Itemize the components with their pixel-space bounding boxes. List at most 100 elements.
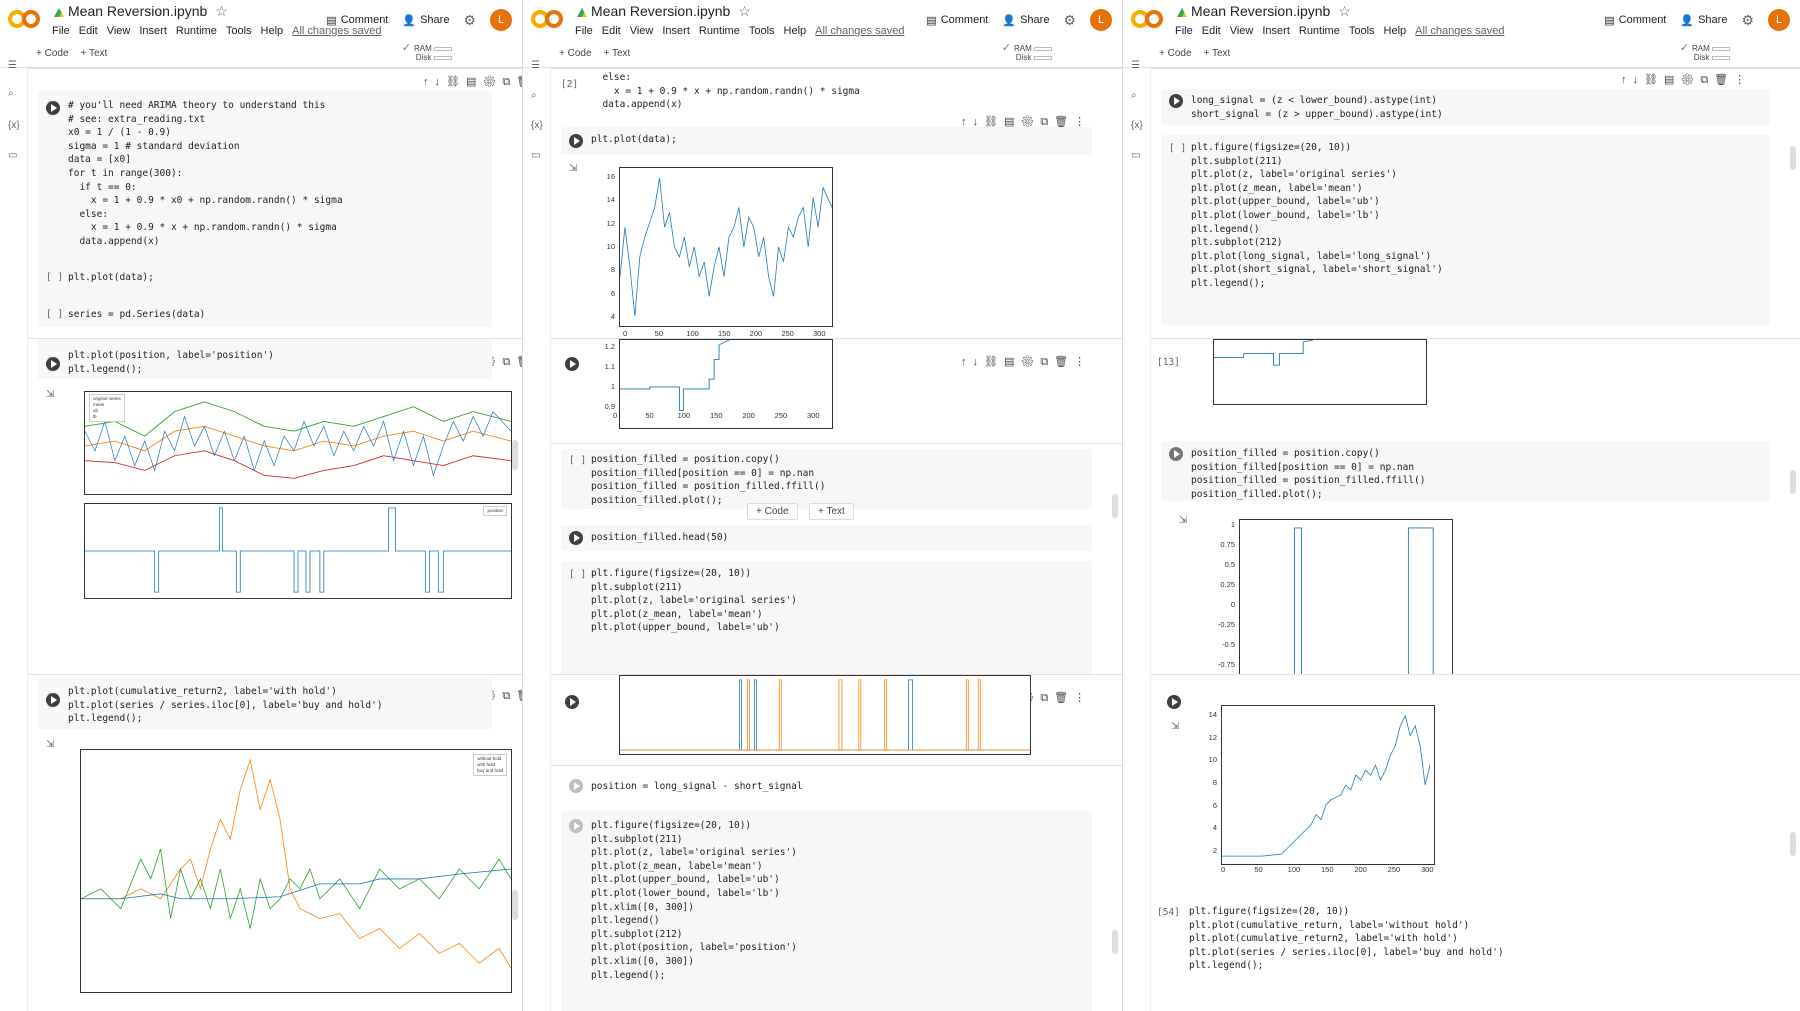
add-code-button[interactable]: + Code — [747, 503, 798, 520]
output-icon[interactable]: ⇲ — [1171, 721, 1179, 732]
code-cell[interactable]: [ ] plt.figure(figsize=(20, 10)) plt.sub… — [1161, 135, 1770, 325]
toc-icon[interactable]: ☰ — [8, 60, 17, 71]
colab-logo[interactable] — [8, 8, 44, 30]
variables-icon[interactable]: {x} — [8, 120, 20, 131]
menu-file[interactable]: File — [575, 25, 593, 37]
scrollbar[interactable] — [1790, 146, 1796, 170]
comment-button[interactable]: ▤ Comment — [1604, 14, 1666, 27]
add-text-button[interactable]: + Text — [604, 48, 631, 59]
variables-icon[interactable]: {x} — [1131, 120, 1143, 131]
variables-icon[interactable]: {x} — [531, 120, 543, 131]
menu-help[interactable]: Help — [261, 25, 284, 37]
run-icon[interactable] — [1169, 94, 1183, 108]
cell-source[interactable]: position_filled.head(50) — [591, 531, 728, 545]
cell-source[interactable]: position_filled = position.copy() positi… — [591, 453, 826, 507]
run-icon[interactable] — [1167, 695, 1181, 709]
notebook-title[interactable]: Mean Reversion.ipynb ☆ — [577, 3, 751, 20]
run-icon[interactable] — [569, 531, 583, 545]
share-button[interactable]: 👤 Share — [1002, 14, 1049, 27]
menu-runtime[interactable]: Runtime — [1299, 25, 1340, 37]
menu-runtime[interactable]: Runtime — [176, 25, 217, 37]
resource-monitor[interactable]: ✓ RAM Disk — [402, 43, 452, 62]
search-icon[interactable]: ⌕ — [1131, 90, 1137, 101]
menu-file[interactable]: File — [1175, 25, 1193, 37]
avatar[interactable]: L — [490, 9, 512, 31]
run-icon[interactable] — [46, 101, 60, 115]
add-code-button[interactable]: + Code — [559, 48, 592, 59]
code-cell[interactable]: plt.plot(position, label='position') plt… — [38, 339, 492, 379]
star-icon[interactable]: ☆ — [738, 3, 751, 19]
scrollbar[interactable] — [1112, 930, 1118, 954]
menu-tools[interactable]: Tools — [226, 25, 252, 37]
share-button[interactable]: 👤 Share — [402, 14, 449, 27]
saved-status[interactable]: All changes saved — [1415, 25, 1504, 37]
code-cell[interactable]: [ ] series = pd.Series(data) — [38, 303, 492, 327]
add-code-button[interactable]: + Code — [36, 48, 69, 59]
output-icon[interactable]: ⇲ — [46, 739, 54, 750]
menu-tools[interactable]: Tools — [1349, 25, 1375, 37]
share-button[interactable]: 👤 Share — [1680, 14, 1727, 27]
menu-view[interactable]: View — [630, 25, 654, 37]
cell-source[interactable]: plt.plot(data); — [591, 133, 677, 147]
code-cell[interactable]: plt.plot(cumulative_return2, label='with… — [38, 679, 492, 729]
cell-source[interactable]: # you'll need ARIMA theory to understand… — [68, 99, 343, 249]
code-cell[interactable]: position_filled.head(50) — [561, 525, 1092, 551]
code-cell[interactable]: [ ] plt.plot(data); — [38, 266, 492, 290]
cell-source[interactable]: plt.plot(cumulative_return2, label='with… — [68, 685, 383, 726]
toc-icon[interactable]: ☰ — [1131, 60, 1140, 71]
run-icon[interactable] — [565, 357, 579, 371]
code-cell[interactable]: [ ] plt.figure(figsize=(20, 10)) plt.sub… — [561, 561, 1092, 674]
avatar[interactable]: L — [1090, 9, 1112, 31]
gear-icon[interactable]: ⚙ — [1741, 12, 1754, 29]
menu-insert[interactable]: Insert — [1262, 25, 1290, 37]
cell-source[interactable]: plt.figure(figsize=(20, 10)) plt.subplot… — [591, 819, 797, 982]
gear-icon[interactable]: ⚙ — [463, 12, 476, 29]
cell-actions[interactable]: ↑↓⛓▤⚙⧉🗑⋮ — [423, 75, 522, 89]
run-icon[interactable] — [569, 819, 583, 833]
scrollbar[interactable] — [1790, 470, 1796, 494]
files-icon[interactable]: ▭ — [8, 150, 17, 161]
cell-source[interactable]: plt.plot(data); — [68, 271, 154, 285]
output-icon[interactable]: ⇲ — [569, 163, 577, 174]
code-cell[interactable]: long_signal = (z < lower_bound).astype(i… — [1161, 89, 1770, 125]
menu-edit[interactable]: Edit — [1202, 25, 1221, 37]
cell-source[interactable]: long_signal = (z < lower_bound).astype(i… — [1191, 94, 1443, 121]
cell-source[interactable]: plt.figure(figsize=(20, 10)) plt.subplot… — [1191, 141, 1443, 291]
run-icon[interactable] — [1169, 447, 1183, 461]
cell-source[interactable]: plt.figure(figsize=(20, 10)) plt.plot(cu… — [1189, 905, 1504, 973]
menu-runtime[interactable]: Runtime — [699, 25, 740, 37]
files-icon[interactable]: ▭ — [1131, 150, 1140, 161]
menu-view[interactable]: View — [107, 25, 131, 37]
add-code-button[interactable]: + Code — [1159, 48, 1192, 59]
add-text-button[interactable]: + Text — [81, 48, 108, 59]
code-cell[interactable]: plt.plot(data); — [561, 127, 1092, 155]
code-cell[interactable]: position = long_signal - short_signal — [561, 773, 1092, 801]
star-icon[interactable]: ☆ — [215, 3, 228, 19]
scrollbar[interactable] — [512, 440, 518, 470]
code-cell[interactable]: plt.figure(figsize=(20, 10)) plt.subplot… — [561, 811, 1092, 1011]
avatar[interactable]: L — [1768, 9, 1790, 31]
menu-insert[interactable]: Insert — [139, 25, 167, 37]
cell-source[interactable]: plt.figure(figsize=(20, 10)) plt.subplot… — [591, 567, 797, 635]
cell-source[interactable]: plt.plot(position, label='position') plt… — [68, 349, 274, 376]
code-cell[interactable]: position_filled = position.copy() positi… — [1161, 441, 1770, 501]
notebook-title[interactable]: Mean Reversion.ipynb ☆ — [1177, 3, 1351, 20]
comment-button[interactable]: ▤ Comment — [326, 14, 388, 27]
run-icon[interactable] — [565, 695, 579, 709]
menu-view[interactable]: View — [1230, 25, 1254, 37]
cell-actions[interactable]: ↑↓⛓▤⚙⧉🗑⋮ — [1621, 73, 1751, 87]
search-icon[interactable]: ⌕ — [531, 90, 537, 101]
output-icon[interactable]: ⇲ — [46, 389, 54, 400]
saved-status[interactable]: All changes saved — [815, 25, 904, 37]
menu-file[interactable]: File — [52, 25, 70, 37]
search-icon[interactable]: ⌕ — [8, 88, 14, 99]
cell-actions[interactable]: ↑↓⛓▤⚙⧉🗑⋮ — [961, 355, 1091, 369]
resource-monitor[interactable]: ✓ RAM Disk — [1002, 43, 1052, 62]
cell-source[interactable]: series = pd.Series(data) — [68, 308, 205, 322]
cell-source[interactable]: position = long_signal - short_signal — [591, 780, 803, 794]
menu-insert[interactable]: Insert — [662, 25, 690, 37]
colab-logo[interactable] — [531, 8, 567, 30]
run-icon[interactable] — [569, 779, 583, 793]
output-icon[interactable]: ⇲ — [1179, 515, 1187, 526]
colab-logo[interactable] — [1131, 8, 1167, 30]
